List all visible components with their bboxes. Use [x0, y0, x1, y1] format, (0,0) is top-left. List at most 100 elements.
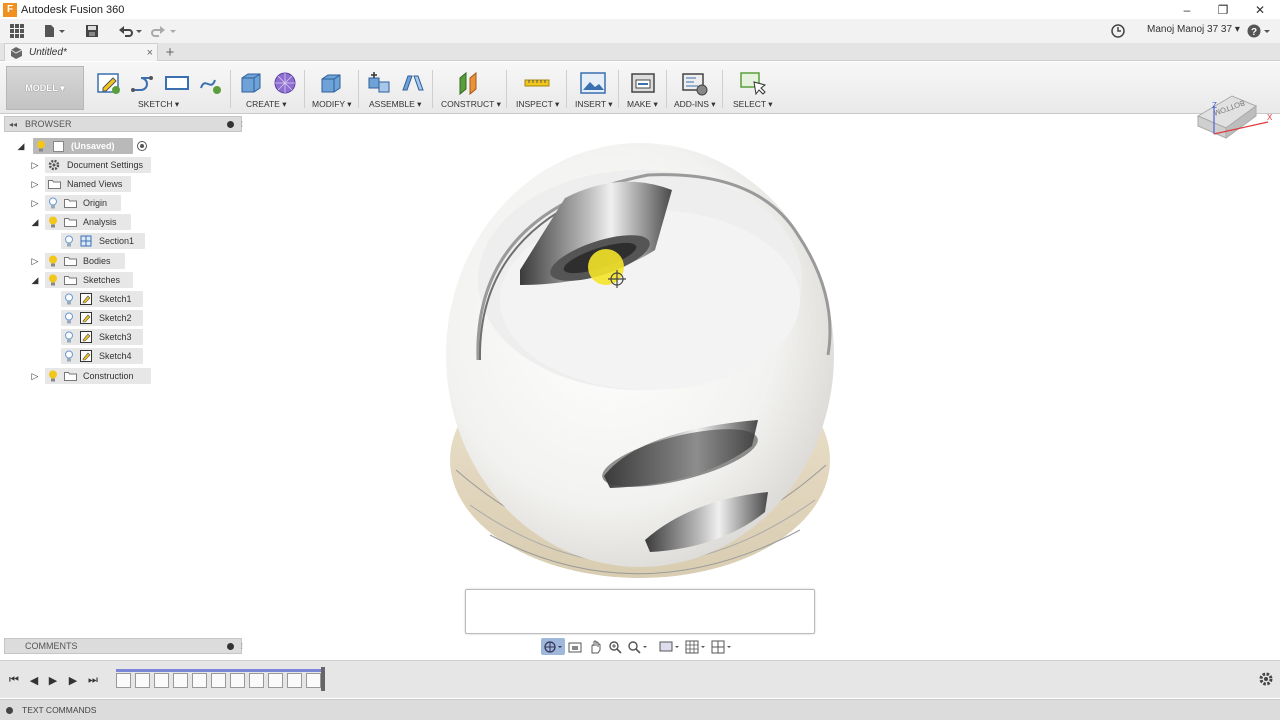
expand-triangle-icon[interactable]: ▷ [29, 159, 41, 171]
select-icon[interactable] [740, 70, 767, 96]
visibility-bulb-off-icon[interactable] [61, 348, 77, 364]
timeline-feature-extrude[interactable] [268, 673, 283, 688]
make-menu[interactable]: MAKE ▾ [627, 99, 658, 110]
extrude-icon[interactable] [238, 70, 264, 96]
text-command-input[interactable] [465, 589, 815, 634]
timeline-feature-extrude[interactable] [230, 673, 245, 688]
browser-item-sketch2[interactable]: Sketch2 [61, 310, 143, 326]
new-component-icon[interactable] [366, 70, 392, 96]
timeline-feature-extrude[interactable] [154, 673, 169, 688]
zoom-icon[interactable] [605, 638, 625, 655]
add-ins-menu[interactable]: ADD-INS ▾ [674, 99, 716, 110]
select-menu[interactable]: SELECT ▾ [733, 99, 773, 110]
expand-triangle-icon[interactable]: ▷ [29, 255, 41, 267]
text-commands-bar[interactable]: TEXT COMMANDS [0, 699, 1280, 720]
file-icon[interactable] [42, 22, 68, 40]
scripts-addins-icon[interactable] [682, 70, 708, 96]
orbit-icon[interactable] [541, 638, 565, 655]
line-icon[interactable] [130, 70, 156, 96]
visibility-bulb-icon[interactable] [45, 272, 61, 288]
viewcube[interactable]: Z X BOTTOM [1188, 78, 1276, 148]
go-to-end-icon[interactable]: ⏭ [86, 673, 100, 687]
data-panel-icon[interactable] [8, 22, 26, 40]
browser-item-sketch3[interactable]: Sketch3 [61, 329, 143, 345]
collapse-triangle-icon[interactable]: ◢ [15, 140, 27, 152]
expand-triangle-icon[interactable]: ▷ [29, 178, 41, 190]
grid-settings-icon[interactable] [683, 638, 709, 655]
pin-icon[interactable] [227, 120, 234, 128]
browser-item-analysis[interactable]: Analysis [45, 214, 131, 230]
visibility-bulb-off-icon[interactable] [61, 291, 77, 307]
timeline-marker[interactable] [321, 667, 325, 691]
spline-icon[interactable] [198, 70, 224, 96]
collapse-panel-icon[interactable]: ◂◂ [9, 120, 17, 129]
visibility-bulb-icon[interactable] [45, 253, 61, 269]
collapse-triangle-icon[interactable]: ◢ [29, 274, 41, 286]
visibility-bulb-off-icon[interactable] [61, 310, 77, 326]
fit-zoom-icon[interactable] [625, 638, 651, 655]
visibility-bulb-off-icon[interactable] [61, 329, 77, 345]
browser-item-document-settings[interactable]: Document Settings [45, 157, 151, 173]
comments-panel-header[interactable]: COMMENTS ⁞ [4, 638, 243, 654]
browser-item-origin[interactable]: Origin [45, 195, 121, 211]
timeline-feature-sketch[interactable] [249, 673, 264, 688]
document-tab[interactable]: Untitled* × [4, 43, 158, 61]
timeline-feature-fillet[interactable] [287, 673, 302, 688]
browser-item-sketches[interactable]: Sketches [45, 272, 133, 288]
rectangle-icon[interactable] [164, 70, 190, 96]
text-commands-toggle-icon[interactable] [6, 706, 13, 714]
expand-triangle-icon[interactable]: ▷ [29, 370, 41, 382]
add-comment-icon[interactable] [227, 642, 234, 650]
3d-model-valve-ball[interactable] [0, 114, 1280, 660]
user-account-menu[interactable]: Manoj Manoj 37 37 ▾ [1147, 24, 1240, 35]
go-to-start-icon[interactable]: ⏮ [7, 673, 21, 687]
save-icon[interactable] [84, 22, 100, 40]
browser-item-named-views[interactable]: Named Views [45, 176, 131, 192]
joint-icon[interactable] [400, 70, 426, 96]
visibility-bulb-off-icon[interactable] [61, 233, 77, 249]
browser-item-construction[interactable]: Construction [45, 368, 151, 384]
browser-panel-header[interactable]: ◂◂ BROWSER ⁞ [4, 116, 243, 132]
timeline-feature-revolve[interactable] [135, 673, 150, 688]
timeline-feature-sketch[interactable] [211, 673, 226, 688]
visibility-bulb-off-icon[interactable] [45, 195, 61, 211]
step-forward-icon[interactable]: ▶ [66, 673, 80, 687]
3d-print-icon[interactable] [630, 70, 656, 96]
root-component[interactable]: (Unsaved) [33, 138, 133, 154]
construct-menu[interactable]: CONSTRUCT ▾ [441, 99, 501, 110]
browser-item-sketch4[interactable]: Sketch4 [61, 348, 143, 364]
inspect-menu[interactable]: INSPECT ▾ [516, 99, 559, 110]
job-status-icon[interactable] [1110, 22, 1126, 40]
close-button[interactable]: ✕ [1241, 0, 1279, 19]
step-back-icon[interactable]: ◀ [27, 673, 41, 687]
panel-grip-icon[interactable]: ⁞ [241, 120, 243, 129]
pan-icon[interactable] [585, 638, 605, 655]
press-pull-icon[interactable] [318, 70, 344, 96]
insert-menu[interactable]: INSERT ▾ [575, 99, 613, 110]
assemble-menu[interactable]: ASSEMBLE ▾ [369, 99, 421, 110]
minimize-button[interactable]: – [1168, 0, 1206, 19]
expand-triangle-icon[interactable]: ▷ [29, 197, 41, 209]
modify-menu[interactable]: MODIFY ▾ [312, 99, 352, 110]
timeline-feature-sketch[interactable] [116, 673, 131, 688]
form-icon[interactable] [272, 70, 298, 96]
undo-icon[interactable] [116, 22, 144, 40]
workspace-switcher[interactable]: MODEL ▾ [6, 66, 84, 110]
restore-button[interactable]: ❐ [1204, 0, 1242, 19]
offset-plane-icon[interactable] [456, 70, 482, 96]
browser-item-bodies[interactable]: Bodies [45, 253, 125, 269]
display-settings-icon[interactable] [657, 638, 683, 655]
panel-grip-icon[interactable]: ⁞ [241, 642, 243, 651]
new-tab-button[interactable]: + [163, 43, 177, 61]
activate-radio-icon[interactable] [137, 141, 147, 151]
browser-item-section1[interactable]: Section1 [61, 233, 145, 249]
close-tab-icon[interactable]: × [147, 47, 153, 59]
3d-viewport[interactable]: Z X BOTTOM [0, 95, 1280, 660]
create-sketch-icon[interactable] [96, 70, 122, 96]
timeline-feature-sketch[interactable] [173, 673, 188, 688]
play-icon[interactable]: ▶ [46, 673, 60, 687]
look-at-icon[interactable] [565, 638, 585, 655]
create-menu[interactable]: CREATE ▾ [246, 99, 286, 110]
viewports-icon[interactable] [709, 638, 735, 655]
visibility-bulb-icon[interactable] [45, 368, 61, 384]
